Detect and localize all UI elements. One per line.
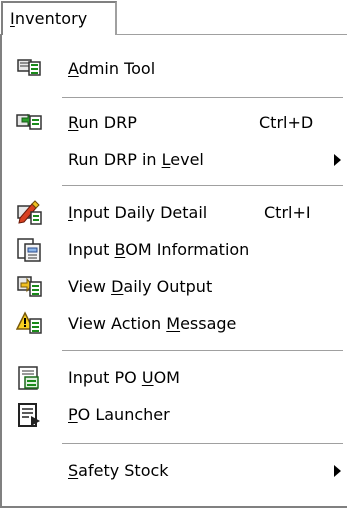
menu-separator xyxy=(62,185,343,186)
menu-item-label: Input BOM Information xyxy=(68,240,250,259)
menu-item-label: PO Launcher xyxy=(68,405,170,424)
input-bom-icon xyxy=(16,237,42,263)
menu-separator xyxy=(62,443,343,444)
menu-separator xyxy=(62,350,343,351)
input-daily-detail-icon xyxy=(16,200,42,226)
po-launcher-icon xyxy=(16,402,42,428)
menu-item-run-drp[interactable]: Run DRP Ctrl+D xyxy=(2,106,347,140)
menu-inventory[interactable]: Inventory xyxy=(1,1,117,35)
menu-item-input-daily-detail[interactable]: Input Daily Detail Ctrl+I xyxy=(2,196,347,230)
menu-item-admin-tool[interactable]: Admin Tool xyxy=(2,52,347,86)
input-po-uom-icon xyxy=(16,365,42,391)
inventory-dropdown-menu: Admin Tool Run DRP Ctrl+D Run DRP in Lev… xyxy=(0,34,347,508)
menu-item-input-po-uom[interactable]: Input PO UOM xyxy=(2,361,347,395)
submenu-arrow-icon xyxy=(334,465,341,477)
menu-item-shortcut: Ctrl+D xyxy=(259,113,314,132)
menu-item-view-action-message[interactable]: View Action Message xyxy=(2,307,347,341)
menu-item-safety-stock[interactable]: Safety Stock xyxy=(2,454,347,488)
menu-item-shortcut: Ctrl+I xyxy=(264,203,311,222)
menu-item-label: Input PO UOM xyxy=(68,368,180,387)
menu-item-label: Admin Tool xyxy=(68,59,156,78)
menu-item-input-bom-information[interactable]: Input BOM Information xyxy=(2,233,347,267)
menu-item-label: View Daily Output xyxy=(68,277,213,296)
menu-item-po-launcher[interactable]: PO Launcher xyxy=(2,398,347,432)
menu-item-label: View Action Message xyxy=(68,314,237,333)
view-action-message-icon xyxy=(16,311,42,337)
view-daily-output-icon xyxy=(16,274,42,300)
menu-inventory-label: Inventory xyxy=(10,9,88,28)
menu-inventory-label-rest: nventory xyxy=(14,9,88,28)
menu-item-view-daily-output[interactable]: View Daily Output xyxy=(2,270,347,304)
menu-separator xyxy=(62,97,343,98)
menu-item-label: Run DRP in Level xyxy=(68,150,204,169)
menu-item-label: Safety Stock xyxy=(68,461,169,480)
screen: Inventory Admin Tool Run DRP Ctrl+D Run … xyxy=(0,0,347,508)
submenu-arrow-icon xyxy=(334,154,341,166)
menu-item-label: Input Daily Detail xyxy=(68,203,208,222)
run-drp-icon xyxy=(16,110,42,136)
menu-item-run-drp-in-level[interactable]: Run DRP in Level xyxy=(2,143,347,177)
admin-tool-icon xyxy=(16,56,42,82)
menu-item-label: Run DRP xyxy=(68,113,137,132)
